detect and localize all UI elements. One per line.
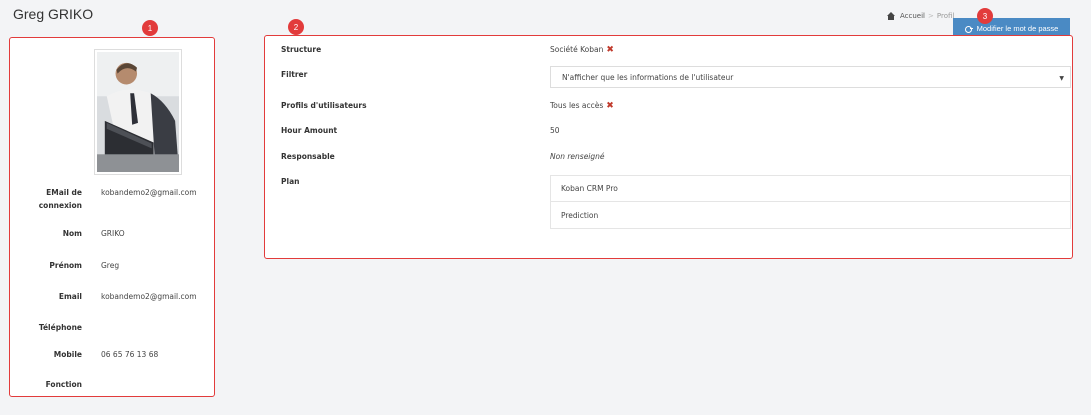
value-login-email: kobandemo2@gmail.com: [101, 188, 197, 197]
edit-password-label: Modifier le mot de passe: [976, 24, 1059, 33]
filter-select[interactable]: N'afficher que les informations de l'uti…: [550, 66, 1071, 88]
value-hour-amount: 50: [550, 126, 560, 135]
key-icon: [964, 25, 973, 33]
label-profils: Profils d'utilisateurs: [281, 101, 367, 110]
label-hour-amount: Hour Amount: [281, 126, 338, 135]
label-fonction: Fonction: [45, 380, 82, 389]
annotation-badge-2: 2: [288, 19, 304, 35]
label-nom: Nom: [62, 229, 82, 238]
label-structure: Structure: [281, 45, 322, 54]
value-responsable: Non renseigné: [550, 152, 605, 161]
profile-photo: [94, 49, 182, 175]
annotation-badge-1: 1: [142, 20, 158, 36]
profils-value-text: Tous les accès: [550, 101, 604, 110]
list-item[interactable]: Prediction: [551, 202, 1070, 228]
filter-select-value: N'afficher que les informations de l'uti…: [562, 72, 734, 82]
annotation-badge-3: 3: [977, 8, 993, 24]
breadcrumb-home[interactable]: Accueil: [900, 12, 925, 20]
label-prenom: Prénom: [49, 261, 82, 270]
caret-down-icon: ▼: [1059, 75, 1064, 82]
label-telephone: Téléphone: [38, 323, 82, 332]
profile-photo-image: [97, 52, 179, 172]
page-title: Greg GRIKO: [13, 6, 94, 22]
label-filtrer: Filtrer: [281, 70, 308, 79]
structure-value-text: Société Koban: [550, 45, 604, 54]
home-icon: [887, 12, 895, 20]
details-panel: Structure Société Koban ✖ Filtrer N'affi…: [264, 35, 1073, 259]
value-email: kobandemo2@gmail.com: [101, 292, 197, 301]
plan-list: Koban CRM Pro Prediction: [550, 175, 1071, 229]
label-mobile: Mobile: [53, 350, 82, 359]
label-responsable: Responsable: [281, 152, 335, 161]
remove-icon[interactable]: ✖: [606, 45, 614, 54]
value-nom: GRIKO: [101, 229, 125, 238]
label-plan: Plan: [281, 177, 300, 186]
breadcrumb-current: Profil: [936, 12, 955, 20]
remove-icon[interactable]: ✖: [606, 101, 614, 110]
label-login-email: EMail de connexion: [38, 188, 82, 210]
list-item[interactable]: Koban CRM Pro: [551, 176, 1070, 202]
value-prenom: Greg: [101, 261, 120, 270]
label-email: Email: [58, 292, 82, 301]
value-structure: Société Koban ✖: [550, 45, 614, 54]
profile-panel: EMail de connexion kobandemo2@gmail.com …: [9, 37, 215, 397]
breadcrumb-separator: >: [928, 12, 934, 20]
value-mobile: 06 65 76 13 68: [101, 350, 159, 359]
value-profils: Tous les accès ✖: [550, 101, 614, 110]
breadcrumb: Accueil > Profil: [887, 12, 954, 20]
